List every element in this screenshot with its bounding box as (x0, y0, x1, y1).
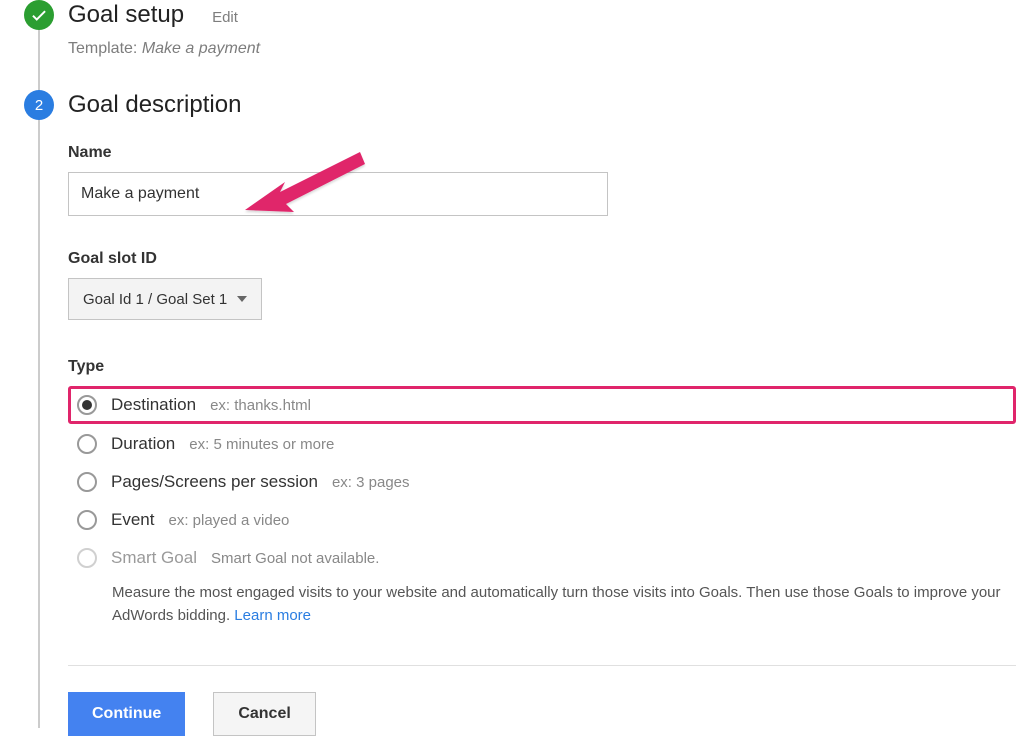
radio-hint: ex: played a video (168, 512, 289, 529)
type-option-smart-goal: Smart Goal Smart Goal not available. (71, 540, 1016, 576)
radio-label: Smart Goal (111, 548, 197, 568)
radio-button[interactable] (77, 395, 97, 415)
radio-label: Duration (111, 434, 175, 454)
radio-label: Pages/Screens per session (111, 472, 318, 492)
edit-link[interactable]: Edit (212, 9, 238, 26)
radio-hint: ex: thanks.html (210, 397, 311, 414)
radio-label: Destination (111, 395, 196, 415)
step2-title: Goal description (68, 90, 241, 120)
radio-button (77, 548, 97, 568)
smart-goal-description: Measure the most engaged visits to your … (112, 582, 1012, 627)
radio-button[interactable] (77, 434, 97, 454)
radio-hint: ex: 5 minutes or more (189, 436, 334, 453)
template-name: Make a payment (142, 40, 260, 57)
template-info: Template: Make a payment (68, 40, 1016, 58)
template-prefix: Template: (68, 40, 137, 57)
slot-label: Goal slot ID (68, 250, 1016, 268)
step-number: 2 (35, 97, 43, 114)
type-option-pages-screens-per-session: Pages/Screens per session ex: 3 pages (71, 464, 1016, 500)
caret-down-icon (237, 296, 247, 302)
radio-dot (82, 400, 92, 410)
radio-label: Event (111, 510, 154, 530)
radio-hint: Smart Goal not available. (211, 550, 379, 567)
type-option-event: Event ex: played a video (71, 502, 1016, 538)
cancel-button[interactable]: Cancel (213, 692, 315, 736)
radio-hint: ex: 3 pages (332, 474, 410, 491)
name-input[interactable] (68, 172, 608, 216)
slot-value: Goal Id 1 / Goal Set 1 (83, 291, 227, 308)
radio-button[interactable] (77, 472, 97, 492)
step1-title: Goal setup (68, 0, 184, 30)
type-option-destination: Destination ex: thanks.html (68, 386, 1016, 424)
type-label: Type (68, 358, 1016, 376)
learn-more-link[interactable]: Learn more (234, 607, 311, 624)
step-number-icon: 2 (24, 90, 54, 120)
checkmark-icon (24, 0, 54, 30)
type-radio-list: Destination ex: thanks.html Duration ex: 5 … (68, 386, 1016, 576)
slot-dropdown[interactable]: Goal Id 1 / Goal Set 1 (68, 278, 262, 320)
radio-button[interactable] (77, 510, 97, 530)
type-option-duration: Duration ex: 5 minutes or more (71, 426, 1016, 462)
name-label: Name (68, 144, 1016, 162)
divider (68, 665, 1016, 666)
continue-button[interactable]: Continue (68, 692, 185, 736)
